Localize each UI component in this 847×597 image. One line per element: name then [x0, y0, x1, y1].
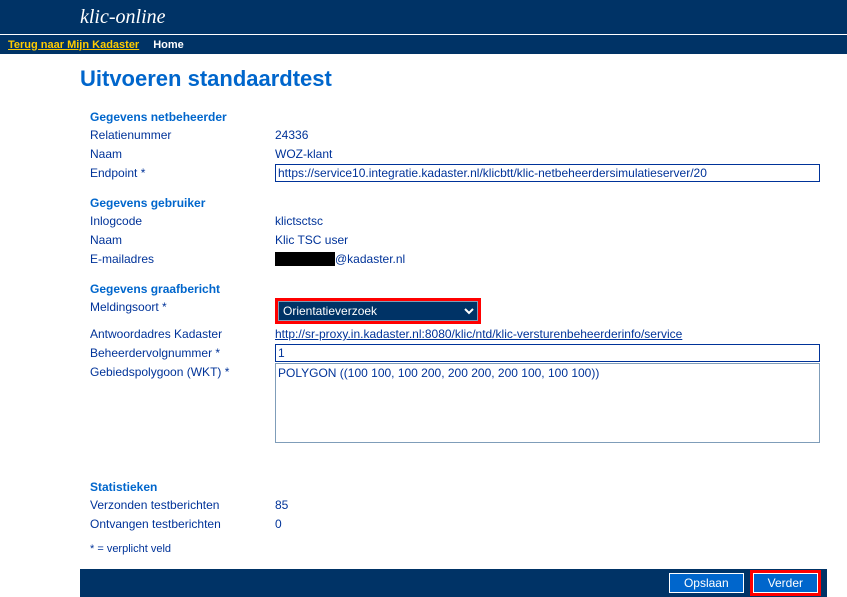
relatienummer-value: 24336: [275, 126, 763, 144]
relatienummer-label: Relatienummer: [90, 126, 275, 144]
verzonden-label: Verzonden testberichten: [90, 496, 275, 514]
section-statistieken: Statistieken: [90, 480, 763, 494]
verder-highlight: Verder: [750, 570, 821, 596]
beheerdervolgnummer-label: Beheerdervolgnummer *: [90, 344, 275, 362]
header-nav: Terug naar Mijn Kadaster Home: [0, 34, 847, 54]
antwoordadres-link[interactable]: http://sr-proxy.in.kadaster.nl:8080/klic…: [275, 327, 682, 341]
meldingsoort-select[interactable]: Orientatieverzoek: [278, 301, 478, 321]
gebruiker-naam-value: Klic TSC user: [275, 231, 763, 249]
inlogcode-value: klictsctsc: [275, 212, 763, 230]
beheerdervolgnummer-input[interactable]: [275, 344, 820, 362]
verzonden-value: 85: [275, 496, 763, 514]
endpoint-label: Endpoint *: [90, 164, 275, 182]
meldingsoort-label: Meldingsoort *: [90, 298, 275, 324]
header-top: klic-online: [0, 0, 847, 34]
section-netbeheerder: Gegevens netbeheerder: [90, 110, 763, 124]
email-redacted: xxxxxxxxxx: [275, 252, 335, 266]
ontvangen-value: 0: [275, 515, 763, 533]
required-note: * = verplicht veld: [90, 543, 763, 555]
endpoint-input[interactable]: [275, 164, 820, 182]
home-link[interactable]: Home: [153, 39, 184, 51]
opslaan-button[interactable]: Opslaan: [669, 573, 744, 593]
back-link[interactable]: Terug naar Mijn Kadaster: [8, 39, 139, 51]
page-content: Uitvoeren standaardtest Gegevens netbehe…: [0, 54, 843, 597]
gebiedspolygoon-label: Gebiedspolygoon (WKT) *: [90, 363, 275, 381]
footer-bar: Opslaan Verder: [80, 569, 827, 597]
antwoordadres-label: Antwoordadres Kadaster: [90, 325, 275, 343]
netbeheerder-naam-label: Naam: [90, 145, 275, 163]
page-title: Uitvoeren standaardtest: [80, 66, 763, 92]
section-gebruiker: Gegevens gebruiker: [90, 196, 763, 210]
section-graafbericht: Gegevens graafbericht: [90, 282, 763, 296]
netbeheerder-naam-value: WOZ-klant: [275, 145, 763, 163]
gebruiker-naam-label: Naam: [90, 231, 275, 249]
inlogcode-label: Inlogcode: [90, 212, 275, 230]
meldingsoort-highlight: Orientatieverzoek: [275, 298, 481, 324]
verder-button[interactable]: Verder: [753, 573, 818, 593]
gebiedspolygoon-textarea[interactable]: POLYGON ((100 100, 100 200, 200 200, 200…: [275, 363, 820, 443]
email-value: xxxxxxxxxx@kadaster.nl: [275, 250, 763, 268]
brand-title: klic-online: [80, 6, 166, 29]
email-label: E-mailadres: [90, 250, 275, 268]
ontvangen-label: Ontvangen testberichten: [90, 515, 275, 533]
